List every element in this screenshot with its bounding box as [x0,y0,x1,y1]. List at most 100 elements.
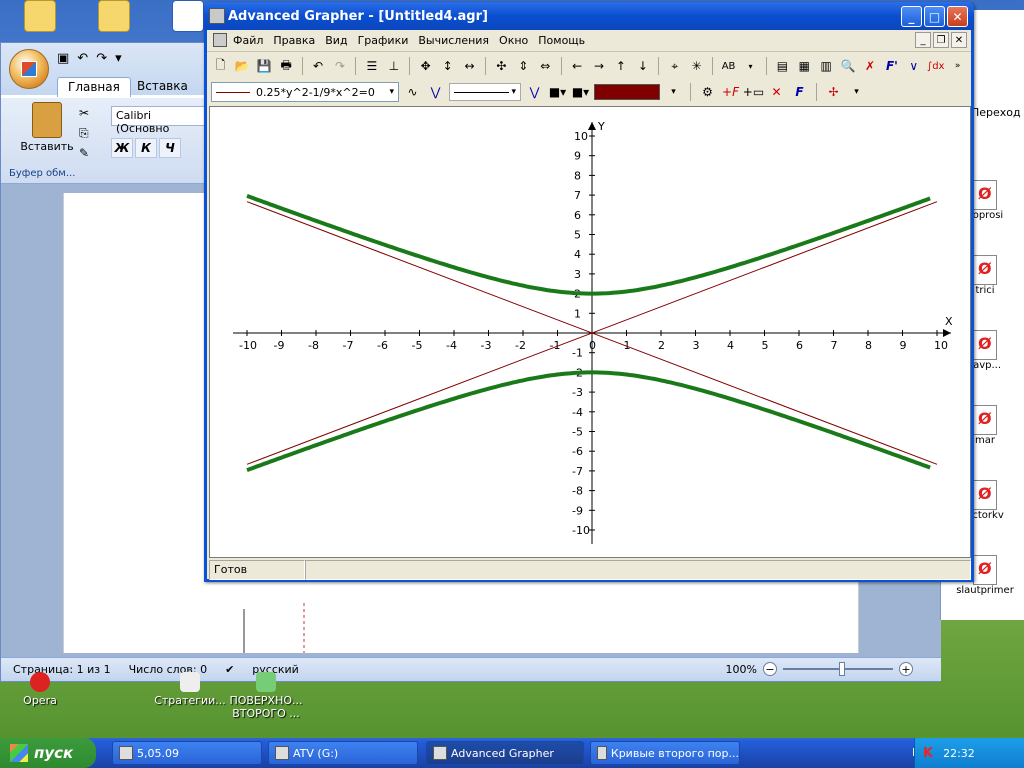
antivirus-icon[interactable]: K [923,746,933,761]
trace-icon[interactable]: ✳ [687,57,706,76]
add-function-icon[interactable]: +F [721,83,740,102]
function-select[interactable]: 0.25*y^2-1/9*x^2=0 ▾ [211,82,399,102]
plot-area[interactable]: X Y -10 -9 -8 -7 -6 -5 -4 -3 -2 -1 0 1 2 3 4 5 6 7 8 9 10 -10 -9… [209,106,971,558]
format-painter-icon[interactable]: ✎ [79,146,89,160]
zoom-in-icon[interactable]: ✣ [492,57,511,76]
save-icon[interactable]: ▣ [57,51,69,66]
zoom-slider-knob[interactable] [839,662,845,676]
curve-style-icon[interactable]: ∿ [403,83,422,102]
label-icon[interactable]: AB [719,57,738,76]
more-tools-icon[interactable]: ▾ [847,83,866,102]
copy-icon[interactable]: ⎘ [79,126,89,141]
desktop-folder-icon[interactable] [74,0,154,34]
arrow-right-icon[interactable]: → [590,57,609,76]
graph-color-swatch[interactable] [594,84,660,100]
font-name-input[interactable]: Calibri (Основно [111,106,211,135]
mdi-restore-button[interactable]: ❐ [933,32,949,48]
document-icon[interactable] [213,33,227,47]
qat-dropdown-icon[interactable]: ▾ [115,51,122,66]
more-tools-icon[interactable]: » [948,57,967,76]
office-button[interactable] [9,49,49,89]
grapher-title-bar[interactable]: Advanced Grapher - [Untitled4.agr] _ □ ✕ [204,2,974,30]
magnify-icon[interactable]: 🔍 [839,57,858,76]
table-icon[interactable]: ▥ [817,57,836,76]
crosshair-icon[interactable]: ⌖ [665,57,684,76]
calculator-icon[interactable]: ▦ [795,57,814,76]
taskbar-item-active[interactable]: Advanced Grapher [426,741,584,765]
mdi-close-button[interactable]: ✕ [951,32,967,48]
redo-icon[interactable]: ↷ [96,51,107,66]
desktop-icon-surfaces[interactable]: ПОВЕРХНО... ВТОРОГО ... [226,672,306,720]
menu-window[interactable]: Окно [499,34,528,47]
zoom-level[interactable]: 100% [726,663,757,676]
italic-button[interactable]: К [135,138,157,158]
taskbar-item[interactable]: 5,05.09 [112,741,262,765]
desktop-icon-opera[interactable]: Opera [0,672,80,707]
start-button[interactable]: пуск [0,738,96,768]
zoom-in-button[interactable]: + [899,662,913,676]
move-icon[interactable]: ✥ [416,57,435,76]
desktop-icon-strategies[interactable]: Стратегии... [150,672,230,707]
tab-home[interactable]: Главная [57,77,131,97]
print-icon[interactable]: 🖶 [277,57,296,76]
underline-button[interactable]: Ч [159,138,181,158]
menu-file[interactable]: Файл [233,34,263,47]
go-button[interactable]: Переход [971,106,1021,119]
paste-button[interactable]: Вставить [19,102,75,153]
line-style-select[interactable]: ▾ [449,83,521,101]
taskbar-item[interactable]: Кривые второго пор... [590,741,740,765]
function-icon[interactable]: F [790,83,809,102]
menu-help[interactable]: Помощь [538,34,585,47]
taskbar-item[interactable]: ATV (G:) [268,741,418,765]
shrink-vertical-icon[interactable]: ⇕ [514,57,533,76]
intersection-icon[interactable]: ✗ [861,57,880,76]
windows-logo-icon [10,744,28,762]
menu-graphs[interactable]: Графики [358,34,409,47]
grapher-app-icon[interactable] [209,8,225,24]
open-icon[interactable]: 📂 [233,57,252,76]
redo-icon[interactable]: ↷ [331,57,350,76]
stretch-horizontal-icon[interactable]: ↔ [460,57,479,76]
new-icon[interactable]: 🗋 [211,57,230,76]
mdi-minimize-button[interactable]: _ [915,32,931,48]
minimize-button[interactable]: _ [901,6,922,27]
zoom-slider[interactable] [783,662,893,676]
desktop-folder-icon[interactable] [0,0,80,34]
asymptote-style-icon[interactable]: ⋁ [426,83,445,102]
page-icon[interactable]: ▤ [773,57,792,76]
zoom-out-button[interactable]: − [763,662,777,676]
arrow-left-icon[interactable]: ← [568,57,587,76]
maximize-button[interactable]: □ [924,6,945,27]
menu-edit[interactable]: Правка [273,34,315,47]
list-icon[interactable]: ☰ [362,57,381,76]
dropdown-arrow-icon[interactable]: ▾ [741,57,760,76]
marker-style-icon[interactable]: ■▾ [548,83,567,102]
hide-icon[interactable]: ✢ [824,83,843,102]
fill-style-icon[interactable]: ■▾ [571,83,590,102]
stretch-vertical-icon[interactable]: ↕ [438,57,457,76]
undo-icon[interactable]: ↶ [309,57,328,76]
point-style-icon[interactable]: ⋁ [525,83,544,102]
tab-insert[interactable]: Вставка [127,77,198,97]
shrink-horizontal-icon[interactable]: ⇔ [536,57,555,76]
menu-view[interactable]: Вид [325,34,347,47]
delete-icon[interactable]: ✕ [767,83,786,102]
axes-icon[interactable]: ⊥ [384,57,403,76]
chevron-down-icon[interactable]: ▾ [511,87,516,97]
add-table-icon[interactable]: +▭ [743,83,764,102]
arrow-down-icon[interactable]: ↓ [633,57,652,76]
tangent-icon[interactable]: ∨ [904,57,923,76]
undo-icon[interactable]: ↶ [77,51,88,66]
graph-properties-icon[interactable]: ⚙ [698,83,717,102]
menu-calculations[interactable]: Вычисления [418,34,489,47]
derivative-icon[interactable]: F' [882,57,901,76]
graph-toolbar: 0.25*y^2-1/9*x^2=0 ▾ ∿ ⋁ ▾ ⋁ ■▾ ■▾ ▾ ⚙ +… [211,80,967,104]
chevron-down-icon[interactable]: ▾ [664,83,683,102]
cut-icon[interactable]: ✂ [79,106,89,120]
close-button[interactable]: ✕ [947,6,968,27]
bold-button[interactable]: Ж [111,138,133,158]
integral-icon[interactable]: ∫dx [926,57,945,76]
save-icon[interactable]: 💾 [255,57,274,76]
arrow-up-icon[interactable]: ↑ [612,57,631,76]
chevron-down-icon[interactable]: ▾ [389,87,394,97]
